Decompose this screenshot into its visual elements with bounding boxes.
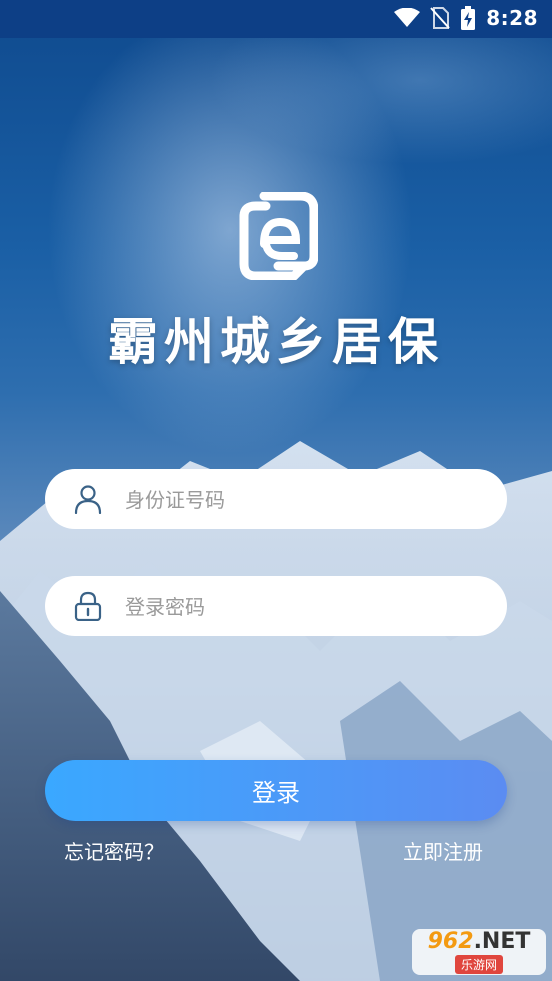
app-title: 霸州城乡居保 xyxy=(108,313,444,371)
wifi-icon xyxy=(394,8,421,27)
id-number-input[interactable] xyxy=(123,469,487,531)
login-button[interactable]: 登录 xyxy=(45,760,507,821)
no-sim-icon xyxy=(430,7,450,29)
watermark-net: .NET xyxy=(473,928,531,954)
register-link[interactable]: 立即注册 xyxy=(403,836,483,865)
watermark-number: 962 xyxy=(427,928,474,954)
watermark-logo: 962.NET xyxy=(427,928,531,954)
forgot-password-link[interactable]: 忘记密码？ xyxy=(64,836,164,865)
watermark-text: 乐游网 xyxy=(454,954,503,974)
app-logo-icon xyxy=(239,192,318,280)
battery-charging-icon xyxy=(461,6,476,30)
password-input[interactable] xyxy=(123,576,487,638)
status-time: 8:28 xyxy=(486,6,538,30)
user-icon xyxy=(74,485,102,514)
status-bar: 8:28 xyxy=(0,0,552,38)
lock-icon xyxy=(74,591,102,621)
id-number-field[interactable] xyxy=(45,469,507,531)
watermark: 962.NET 乐游网 xyxy=(412,929,546,975)
password-field[interactable] xyxy=(45,576,507,638)
